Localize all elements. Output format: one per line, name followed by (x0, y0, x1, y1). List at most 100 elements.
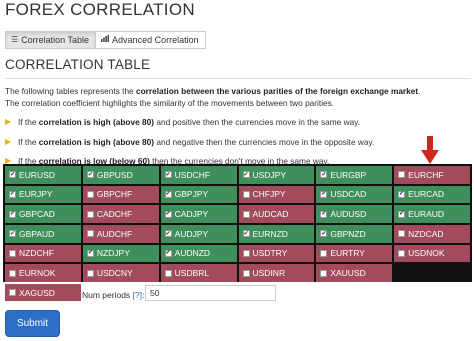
checkbox-checked[interactable]: ✔ (164, 210, 172, 218)
pair-cell-gbpnzd[interactable]: ✔ GBPNZD (316, 224, 393, 243)
pair-label: CADJPY (174, 209, 209, 220)
red-down-arrow-icon (421, 136, 439, 164)
checkbox-checked[interactable]: ✔ (398, 190, 406, 198)
pair-cell-eurchf[interactable]: EURCHF (394, 166, 470, 184)
checkbox-unchecked[interactable] (9, 269, 16, 277)
page-title: FOREX CORRELATION (5, 0, 195, 19)
pair-cell-eurnzd[interactable]: ✔ EURNZD (238, 224, 315, 243)
checkbox-checked[interactable]: ✔ (320, 190, 328, 198)
pair-cell-xauusd[interactable]: XAUUSD (316, 264, 393, 282)
pair-cell-audcad[interactable]: AUDCAD (238, 205, 315, 223)
tab-advanced-correlation[interactable]: Advanced Correlation (96, 31, 206, 49)
checkbox-unchecked[interactable] (86, 269, 94, 277)
checkbox-checked[interactable]: ✔ (164, 171, 172, 179)
num-periods-input[interactable] (145, 285, 276, 301)
help-link[interactable]: [?] (133, 290, 142, 300)
submit-button[interactable]: Submit (5, 310, 60, 337)
tab-label: Advanced Correlation (112, 35, 199, 45)
pair-cell-eurcad[interactable]: ✔ EURCAD (394, 185, 470, 204)
checkbox-unchecked[interactable] (242, 210, 250, 218)
pair-label: EURNOK (19, 268, 56, 279)
pair-cell-cadjpy[interactable]: ✔ CADJPY (160, 205, 237, 223)
pair-cell-gbpchf[interactable]: GBPCHF (82, 185, 159, 204)
pair-label: GBPCHF (96, 189, 133, 200)
checkbox-checked[interactable]: ✔ (320, 171, 328, 179)
checkbox-unchecked[interactable] (398, 230, 406, 238)
checkbox-checked[interactable]: ✔ (9, 171, 16, 179)
pair-cell-usdbrl[interactable]: USDBRL (160, 264, 237, 282)
pair-label: EURTRY (330, 248, 365, 259)
checkbox-checked[interactable]: ✔ (242, 230, 250, 238)
checkbox-checked[interactable]: ✔ (320, 230, 328, 238)
pair-cell-chfjpy[interactable]: CHFJPY (238, 185, 315, 204)
pair-cell-usdinr[interactable]: USDINR (238, 264, 315, 282)
checkbox-unchecked[interactable] (242, 249, 250, 257)
pair-cell-eurusd[interactable]: ✔ EURUSD (5, 166, 81, 184)
checkbox-checked[interactable]: ✔ (164, 249, 172, 257)
pair-label: AUDNZD (174, 248, 211, 259)
pair-label: XAUUSD (330, 268, 366, 279)
pair-label: AUDCHF (96, 228, 133, 239)
pair-cell-eurjpy[interactable]: ✔ EURJPY (5, 185, 81, 204)
pair-cell-usdnok[interactable]: USDNOK (394, 244, 470, 263)
checkbox-unchecked[interactable] (320, 269, 328, 277)
pair-cell-euraud[interactable]: ✔ EURAUD (394, 205, 470, 223)
pair-cell-eurgbp[interactable]: ✔ EURGBP (316, 166, 393, 184)
checkbox-checked[interactable]: ✔ (9, 210, 16, 218)
checkbox-unchecked[interactable] (86, 230, 94, 238)
pair-cell-usdcny[interactable]: USDCNY (82, 264, 159, 282)
checkbox-unchecked[interactable] (398, 249, 406, 257)
pair-label: USDCNY (96, 268, 133, 279)
pair-cell-audusd[interactable]: ✔ AUDUSD (316, 205, 393, 223)
pair-cell-usdtry[interactable]: USDTRY (238, 244, 315, 263)
pair-cell-eurtry[interactable]: EURTRY (316, 244, 393, 263)
checkbox-unchecked[interactable] (242, 190, 250, 198)
pair-cell-nzdjpy[interactable]: ✔ NZDJPY (82, 244, 159, 263)
checkbox-checked[interactable]: ✔ (164, 190, 172, 198)
checkbox-unchecked[interactable] (9, 249, 16, 257)
pair-label: EURNZD (252, 228, 288, 239)
pair-cell-nzdchf[interactable]: NZDCHF (5, 244, 81, 263)
pair-label: CHFJPY (252, 189, 286, 200)
pair-cell-gbpaud[interactable]: ✔ GBPAUD (5, 224, 81, 243)
pair-cell-audnzd[interactable]: ✔ AUDNZD (160, 244, 237, 263)
checkbox-unchecked[interactable] (320, 249, 328, 257)
checkbox-unchecked[interactable] (164, 269, 172, 277)
pair-cell-usdcad[interactable]: ✔ USDCAD (316, 185, 393, 204)
checkbox-checked[interactable]: ✔ (320, 210, 328, 218)
intro-text: The following tables represents the corr… (5, 86, 421, 108)
checkbox-checked[interactable]: ✔ (86, 171, 94, 179)
checkbox-unchecked[interactable] (242, 269, 250, 277)
checkbox-checked[interactable]: ✔ (398, 210, 406, 218)
pair-cell-gbpcad[interactable]: ✔ GBPCAD (5, 205, 81, 223)
pair-cell-audjpy[interactable]: ✔ AUDJPY (160, 224, 237, 243)
pair-label: NZDCHF (19, 248, 54, 259)
pair-label: USDINR (252, 268, 286, 279)
checkbox-unchecked[interactable] (86, 210, 94, 218)
pair-label: AUDCAD (252, 209, 289, 220)
bullet-arrow-icon: ▶ (5, 117, 12, 126)
pair-cell-usdchf[interactable]: ✔ USDCHF (160, 166, 237, 184)
checkbox-unchecked[interactable] (398, 171, 406, 179)
checkbox-checked[interactable]: ✔ (164, 230, 172, 238)
pair-label: USDCAD (330, 189, 367, 200)
tab-correlation-table[interactable]: ☰ Correlation Table (5, 31, 97, 49)
checkbox-checked[interactable]: ✔ (9, 190, 16, 198)
pair-cell-audchf[interactable]: AUDCHF (82, 224, 159, 243)
section-title: CORRELATION TABLE (5, 57, 151, 72)
checkbox-unchecked[interactable] (86, 190, 94, 198)
checkbox-checked[interactable]: ✔ (242, 171, 250, 179)
checkbox-checked[interactable]: ✔ (9, 230, 16, 238)
pair-label: GBPJPY (174, 189, 209, 200)
pair-cell-usdjpy[interactable]: ✔ USDJPY (238, 166, 315, 184)
pair-cell-gbpusd[interactable]: ✔ GBPUSD (82, 166, 159, 184)
pair-label: CADCHF (96, 209, 133, 220)
pair-cell-xagusd[interactable]: XAGUSD (5, 284, 81, 301)
pair-cell-nzdcad[interactable]: NZDCAD (394, 224, 470, 243)
checkbox-checked[interactable]: ✔ (86, 249, 94, 257)
checkbox-unchecked[interactable] (9, 289, 16, 296)
pair-cell-cadchf[interactable]: CADCHF (82, 205, 159, 223)
pair-label: USDBRL (174, 268, 210, 279)
pair-cell-gbpjpy[interactable]: ✔ GBPJPY (160, 185, 237, 204)
pair-cell-eurnok[interactable]: EURNOK (5, 264, 81, 282)
